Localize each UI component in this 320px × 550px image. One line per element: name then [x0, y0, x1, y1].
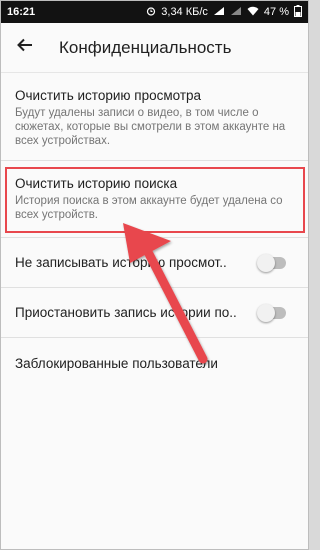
pause-watch-history-item[interactable]: Не записывать историю просмот..	[1, 238, 308, 288]
clear-watch-history-item[interactable]: Очистить историю просмотра Будут удалены…	[1, 74, 308, 161]
wifi-icon	[247, 6, 259, 19]
battery-percent: 47 %	[263, 6, 289, 18]
toggle-knob	[257, 303, 275, 322]
blocked-users-item[interactable]: Заблокированные пользователи	[1, 338, 308, 388]
app-bar: Конфиденциальность	[1, 23, 308, 73]
setting-title: Очистить историю просмотра	[15, 88, 202, 103]
settings-list: Очистить историю просмотра Будут удалены…	[1, 74, 308, 388]
status-bar: 16:21 3,34 КБ/с 47 %	[1, 1, 308, 23]
battery-icon	[294, 4, 302, 20]
setting-title: Приостановить запись истории по..	[15, 305, 237, 320]
status-right: 3,34 КБ/с 47 %	[146, 4, 302, 20]
arrow-back-icon	[16, 36, 34, 59]
network-speed: 3,34 КБ/с	[161, 6, 208, 18]
setting-subtitle: История поиска в этом аккаунте будет уда…	[15, 195, 283, 221]
setting-title: Заблокированные пользователи	[15, 355, 218, 371]
alarm-icon	[146, 6, 156, 19]
signal-icon-2	[230, 6, 242, 19]
status-time: 16:21	[7, 6, 36, 18]
setting-title: Очистить историю поиска	[15, 176, 178, 191]
pause-watch-history-toggle[interactable]	[257, 253, 286, 272]
setting-title: Не записывать историю просмот..	[15, 255, 227, 270]
toggle-knob	[257, 253, 275, 272]
back-button[interactable]	[1, 23, 49, 73]
clear-search-history-item[interactable]: Очистить историю поиска История поиска в…	[1, 161, 308, 238]
setting-subtitle: Будут удалены записи о видео, в том числ…	[15, 107, 286, 147]
pause-search-history-item[interactable]: Приостановить запись истории по..	[1, 288, 308, 338]
pause-search-history-toggle[interactable]	[257, 303, 286, 322]
signal-icon	[213, 6, 225, 19]
page-title: Конфиденциальность	[59, 37, 232, 57]
phone-screen: 16:21 3,34 КБ/с 47 % Конфиденциальность …	[0, 0, 309, 550]
